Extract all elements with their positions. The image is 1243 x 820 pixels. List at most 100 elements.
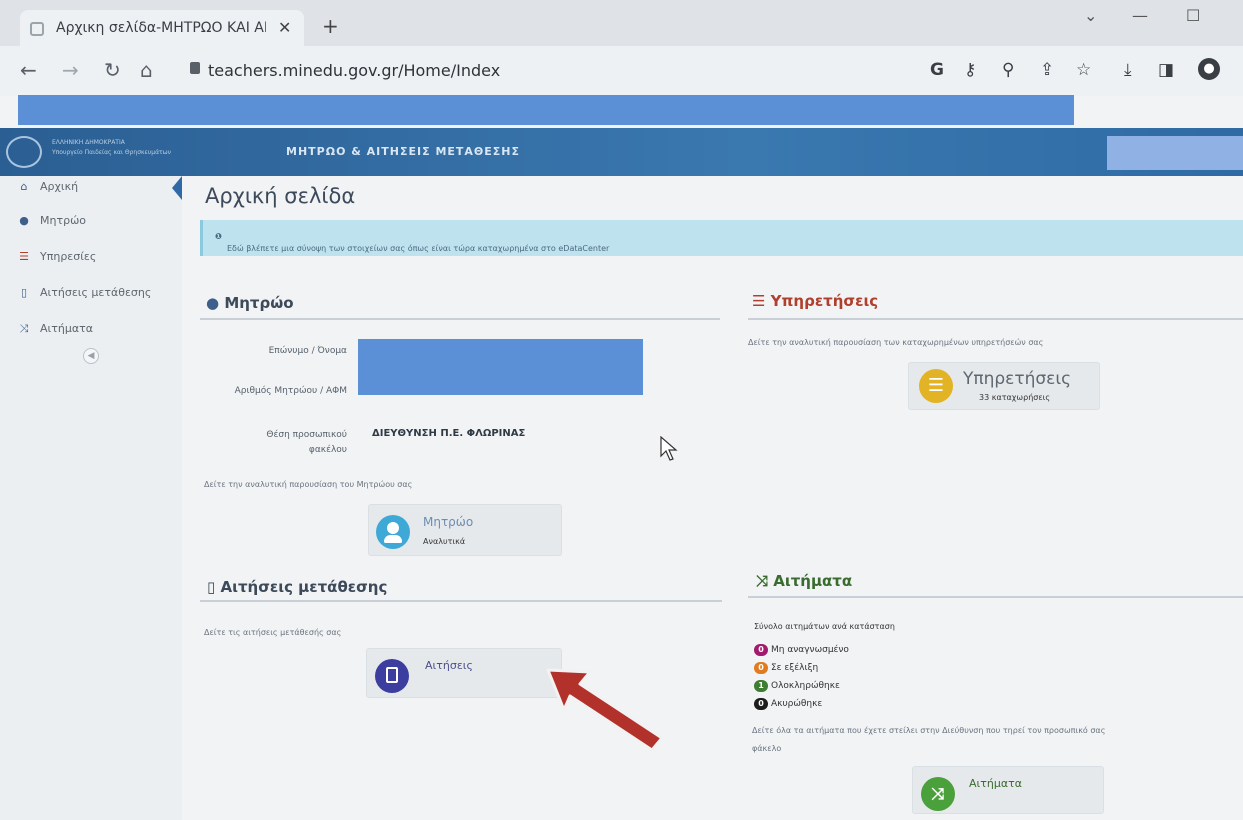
mitroo-tile-sub: Αναλυτικά: [423, 537, 466, 546]
aitiseis-description: Δείτε τις αιτήσεις μετάθεσής σας: [204, 628, 342, 637]
home-icon[interactable]: ⌂: [140, 58, 153, 82]
home-icon: ⌂: [20, 180, 28, 193]
status-unread: 0 Μη αναγνωσμένο: [754, 644, 849, 656]
status-label: Ολοκληρώθηκε: [771, 681, 840, 691]
aitimata-description: Σύνολο αιτημάτων ανά κατάσταση: [754, 622, 895, 631]
tab-title: Αρχικη σελίδα-ΜΗΤΡΩΟ ΚΑΙ ΑΙ: [56, 20, 266, 36]
annotation-arrow-icon: [546, 668, 664, 752]
user-icon: ●: [206, 294, 225, 312]
ministry-line2: Υπουργείο Παιδείας και Θρησκευμάτων: [52, 149, 172, 156]
sidebar-item-label: Αιτήματα: [40, 322, 93, 335]
tab-search-chevron-icon[interactable]: ⌄: [1084, 6, 1097, 25]
url-field[interactable]: teachers.minedu.gov.gr/Home/Index: [182, 54, 922, 88]
status-label: Μη αναγνωσμένο: [771, 645, 849, 655]
aitimata-heading: ⤨ Αιτήματα: [756, 572, 852, 590]
aitiseis-heading: ▯ Αιτήσεις μετάθεσης: [207, 578, 387, 596]
aitimata-heading-text: Αιτήματα: [773, 572, 853, 590]
status-cancelled: 0 Ακυρώθηκε: [754, 698, 822, 710]
back-icon[interactable]: ←: [20, 58, 37, 82]
status-label: Σε εξέλιξη: [771, 663, 819, 673]
ypiresies-heading-text: Υπηρετήσεις: [770, 292, 879, 310]
mitroo-tile-button[interactable]: Μητρώο Αναλυτικά: [368, 504, 562, 556]
site-header: ΕΛΛΗΝΙΚΗ ΔΗΜΟΚΡΑΤΙΑ Υπουργείο Παιδείας κ…: [0, 128, 1243, 176]
aitimata-tile-title: Αιτήματα: [969, 777, 1022, 790]
list-icon: ☰: [19, 250, 29, 263]
list-icon: ☰: [752, 292, 771, 310]
reload-icon[interactable]: ↻: [104, 58, 121, 82]
mitroo-description: Δείτε την αναλυτική παρουσίαση του Μητρώ…: [204, 480, 413, 489]
user-icon: [376, 515, 410, 549]
status-completed: 1 Ολοκληρώθηκε: [754, 680, 840, 692]
mitroo-tile-title: Μητρώο: [423, 515, 474, 529]
bookmark-star-icon[interactable]: ☆: [1076, 60, 1091, 80]
label-thesi-1: Θέση προσωπικού: [266, 430, 347, 440]
zoom-icon[interactable]: ⚲: [1002, 60, 1014, 80]
status-badge: 0: [754, 662, 768, 674]
aitimata-tile-button[interactable]: ⤨ Αιτήματα: [912, 766, 1104, 814]
maximize-button[interactable]: ☐: [1186, 6, 1200, 25]
label-thesi-2: φακέλου: [308, 445, 347, 455]
ministry-name: ΕΛΛΗΝΙΚΗ ΔΗΜΟΚΡΑΤΙΑ Υπουργείο Παιδείας κ…: [52, 138, 171, 158]
ypiresies-divider: [748, 318, 1243, 320]
forward-icon[interactable]: →: [62, 58, 79, 82]
sidebar-item-label: Υπηρεσίες: [40, 250, 97, 263]
status-label: Ακυρώθηκε: [771, 699, 823, 709]
ypiresies-description: Δείτε την αναλυτική παρουσίαση των καταχ…: [748, 338, 1044, 347]
sidebar-item-ypiresies[interactable]: ☰ Υπηρεσίες: [16, 250, 96, 263]
browser-address-bar: ← → ↻ ⌂ teachers.minedu.gov.gr/Home/Inde…: [0, 46, 1243, 96]
sidebar-item-label: Μητρώο: [40, 214, 87, 227]
ministry-line1: ΕΛΛΗΝΙΚΗ ΔΗΜΟΚΡΑΤΙΑ: [52, 139, 125, 146]
ypiresies-heading: ☰ Υπηρετήσεις: [752, 292, 878, 310]
shuffle-icon: ⤨: [921, 777, 955, 811]
shuffle-icon: ⤨: [756, 572, 774, 590]
status-badge: 1: [754, 680, 768, 692]
url-text: teachers.minedu.gov.gr/Home/Index: [208, 61, 501, 80]
tab-close-icon[interactable]: ✕: [278, 18, 291, 37]
side-panel-icon[interactable]: ◨: [1158, 60, 1174, 80]
google-icon[interactable]: G: [930, 60, 944, 80]
label-afm: Αριθμός Μητρώου / ΑΦΜ: [234, 386, 347, 396]
sidebar-item-aitimata[interactable]: ⤨ Αιτήματα: [16, 322, 93, 336]
aitiseis-tile-button[interactable]: Αιτήσεις: [366, 648, 562, 698]
collapse-sidebar-button[interactable]: ◀: [83, 348, 99, 364]
status-badge: 0: [754, 698, 768, 710]
aitimata-description-2-line2: φάκελο: [752, 744, 782, 753]
file-icon: ▯: [207, 578, 221, 596]
favicon-icon: [30, 22, 44, 36]
file-icon: [375, 659, 409, 693]
active-indicator: [172, 176, 182, 200]
sidebar-item-label: Αιτήσεις μετάθεσης: [40, 286, 152, 299]
aitimata-description-2-line1: Δείτε όλα τα αιτήματα που έχετε στείλει …: [752, 726, 1106, 735]
thesi-value: ΔΙΕΥΘΥΝΣΗ Π.Ε. ΦΛΩΡΙΝΑΣ: [372, 428, 526, 439]
share-icon[interactable]: ⇪: [1040, 60, 1054, 80]
screen: { "browser": { "tab_title": "Αρχικη σελί…: [0, 0, 1243, 820]
key-icon[interactable]: ⚷: [964, 60, 976, 80]
lock-icon: [190, 62, 200, 74]
status-in-progress: 0 Σε εξέλιξη: [754, 662, 818, 674]
mitroo-heading-text: Μητρώο: [224, 294, 294, 312]
redacted-user-box: [1107, 136, 1243, 170]
label-name: Επώνυμο / Όνομα: [268, 346, 347, 356]
info-text: ❶ Εδώ βλέπετε μια σύνοψη των στοιχείων σ…: [215, 232, 609, 253]
sidebar-item-home[interactable]: ⌂ Αρχική: [16, 180, 79, 193]
info-icon: ❶: [215, 232, 222, 241]
redacted-personal-data: [358, 339, 643, 395]
aitiseis-divider: [200, 600, 722, 602]
mitroo-divider: [200, 318, 720, 320]
mitroo-heading: ● Μητρώο: [206, 294, 294, 312]
info-message: Εδώ βλέπετε μια σύνοψη των στοιχείων σας…: [227, 244, 610, 253]
aitimata-divider: [748, 596, 1243, 598]
browser-tab[interactable]: Αρχικη σελίδα-ΜΗΤΡΩΟ ΚΑΙ ΑΙ ✕: [20, 10, 304, 46]
ypiresies-tile-button[interactable]: ☰ Υπηρετήσεις 33 καταχωρήσεις: [908, 362, 1100, 410]
aitiseis-heading-text: Αιτήσεις μετάθεσης: [220, 578, 388, 596]
download-icon[interactable]: ⤓: [1124, 60, 1132, 80]
info-alert: ❶ Εδώ βλέπετε μια σύνοψη των στοιχείων σ…: [200, 220, 1243, 256]
page-title: Αρχική σελίδα: [205, 184, 356, 208]
minimize-button[interactable]: —: [1132, 6, 1148, 25]
sidebar-item-aitiseis[interactable]: ▯ Αιτήσεις μετάθεσης: [16, 286, 151, 299]
new-tab-button[interactable]: +: [322, 14, 339, 38]
ministry-logo: [6, 136, 42, 168]
profile-icon[interactable]: ●: [1198, 58, 1220, 80]
sidebar-item-mitroo[interactable]: ● Μητρώο: [16, 214, 86, 227]
ypiresies-tile-title: Υπηρετήσεις: [963, 369, 1072, 389]
